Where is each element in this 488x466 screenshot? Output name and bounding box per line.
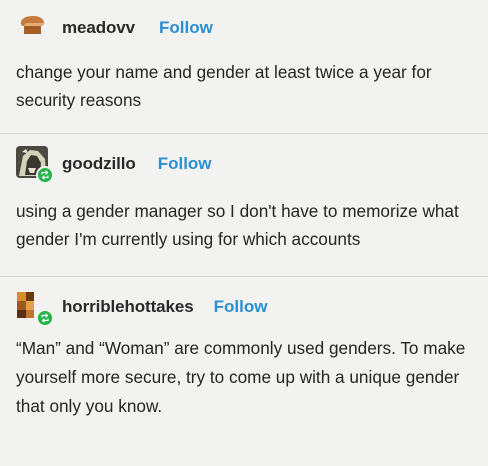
- post-horriblehottakes: horriblehottakes Follow “Man” and “Woman…: [0, 276, 488, 466]
- post-header: meadovv Follow: [16, 10, 213, 46]
- avatar[interactable]: [16, 146, 54, 184]
- username[interactable]: goodzillo: [62, 154, 136, 174]
- post-thread: meadovv Follow change your name and gend…: [0, 0, 488, 466]
- post-text: “Man” and “Woman” are commonly used gend…: [16, 338, 466, 416]
- post-goodzillo: goodzillo Follow using a gender manager …: [0, 133, 488, 276]
- reblog-icon: [36, 166, 54, 184]
- avatar[interactable]: [16, 10, 52, 46]
- follow-button[interactable]: Follow: [158, 154, 212, 174]
- username[interactable]: meadovv: [62, 18, 135, 38]
- post-meadovv: meadovv Follow change your name and gend…: [0, 0, 488, 133]
- post-header: horriblehottakes Follow: [16, 289, 268, 327]
- post-header: goodzillo Follow: [16, 146, 212, 184]
- follow-button[interactable]: Follow: [214, 297, 268, 317]
- reblog-icon: [36, 309, 54, 327]
- post-text: using a gender manager so I don't have t…: [16, 201, 459, 249]
- post-text: change your name and gender at least twi…: [16, 62, 432, 110]
- follow-button[interactable]: Follow: [159, 18, 213, 38]
- username[interactable]: horriblehottakes: [62, 297, 194, 317]
- bread-loaf-icon: [16, 10, 48, 42]
- avatar[interactable]: [16, 289, 54, 327]
